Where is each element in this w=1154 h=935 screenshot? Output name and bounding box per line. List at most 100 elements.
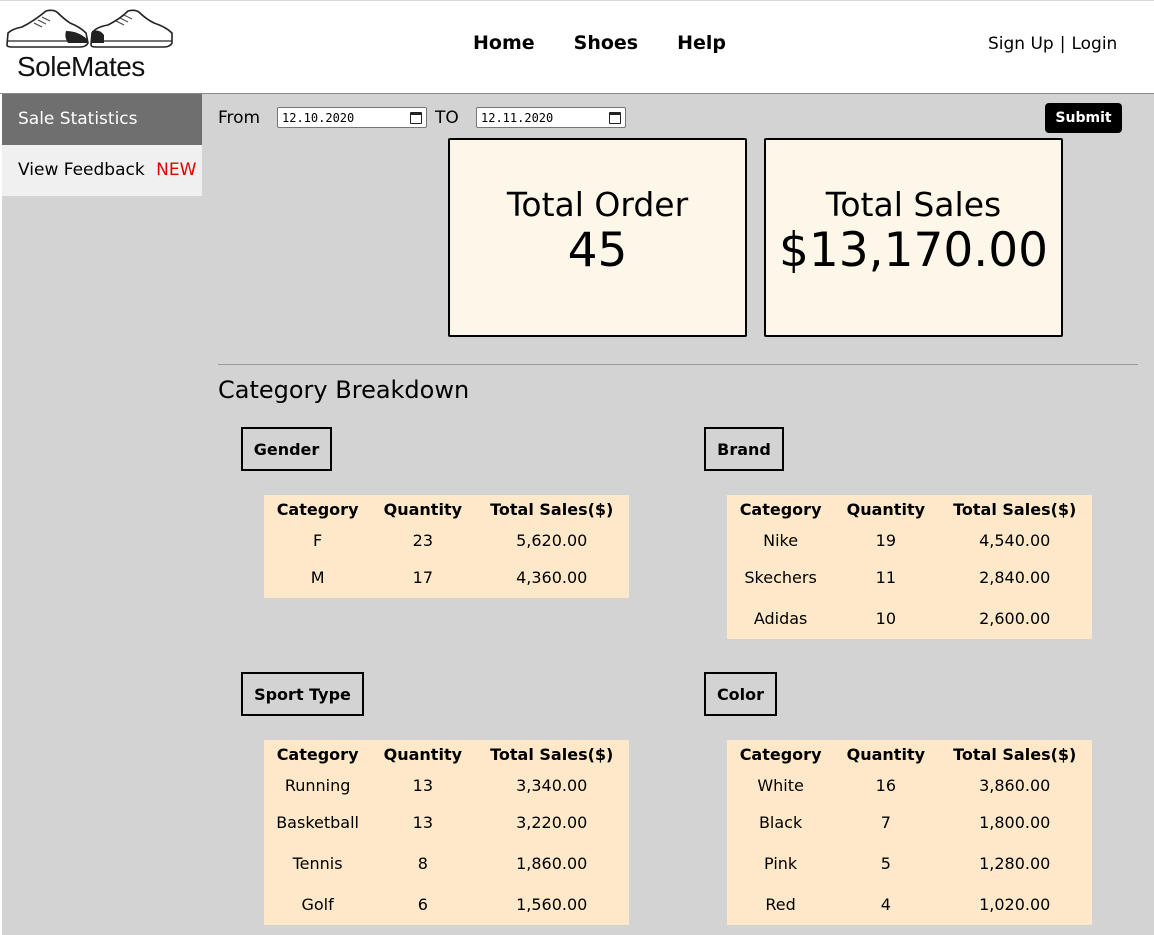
table-cell: 3,340.00	[516, 775, 588, 795]
from-label: From	[218, 108, 261, 128]
table-row: Running 13 3,340.00	[264, 768, 629, 802]
table-cell: 4,540.00	[979, 530, 1051, 550]
table-header-row: Category Quantity Total Sales($)	[727, 740, 1092, 768]
table-cell: 2,840.00	[979, 568, 1051, 587]
table-cell: 3,220.00	[516, 813, 588, 832]
table-cell: 3,860.00	[979, 775, 1051, 795]
table-cell: 4,360.00	[516, 568, 588, 587]
table-cell: 17	[412, 568, 433, 587]
column-header: Total Sales($)	[953, 744, 1077, 764]
table-cell: 23	[412, 530, 433, 550]
column-header: Total Sales($)	[490, 499, 614, 519]
site-header: SoleMates Home Shoes Help Sign Up | Logi…	[0, 1, 1154, 94]
table-row: Basketball 13 3,220.00	[264, 802, 629, 843]
logo[interactable]: SoleMates	[4, 5, 174, 85]
column-header: Category	[276, 744, 359, 764]
to-label: TO	[435, 108, 459, 128]
table-cell: Tennis	[292, 854, 343, 873]
section-title: Category Breakdown	[218, 376, 470, 404]
sidebar: Sale Statistics View Feedback NEW	[2, 94, 202, 935]
nav-shoes[interactable]: Shoes	[574, 32, 638, 54]
calendar-icon[interactable]	[609, 111, 621, 124]
divider	[218, 364, 1138, 365]
sport-type-table: Category Quantity Total Sales($) Running…	[264, 740, 629, 925]
table-cell: 5,620.00	[516, 530, 588, 550]
table-cell: 5	[880, 854, 891, 873]
table-cell: 7	[880, 813, 891, 832]
sport-type-label: Sport Type	[241, 672, 364, 716]
table-cell: 6	[417, 895, 428, 914]
to-date-input[interactable]: 12.11.2020	[476, 107, 626, 128]
sidebar-item-label: View Feedback	[18, 160, 145, 180]
total-order-title: Total Order	[506, 185, 689, 224]
from-date-input[interactable]: 12.10.2020	[277, 107, 427, 128]
table-cell: 1,800.00	[979, 813, 1051, 832]
total-sales-title: Total Sales	[825, 185, 1002, 224]
table-cell: 13	[412, 813, 433, 832]
column-header: Quantity	[383, 499, 463, 519]
table-cell: 2,600.00	[979, 609, 1051, 628]
table-cell: 11	[875, 568, 896, 587]
table-row: White 16 3,860.00	[727, 768, 1092, 802]
new-badge: NEW	[156, 160, 197, 180]
auth-links: Sign Up | Login	[988, 34, 1117, 54]
table-cell: Black	[758, 813, 803, 832]
column-header: Category	[739, 499, 822, 519]
table-cell: Golf	[301, 895, 334, 914]
table-cell: M	[310, 568, 325, 587]
total-order-value: 45	[567, 223, 628, 278]
table-cell: Running	[284, 775, 351, 795]
column-header: Category	[739, 744, 822, 764]
column-header: Quantity	[383, 744, 463, 764]
table-row: Pink 5 1,280.00	[727, 843, 1092, 884]
table-header-row: Category Quantity Total Sales($)	[727, 495, 1092, 523]
column-header: Total Sales($)	[953, 499, 1077, 519]
auth-separator: |	[1059, 34, 1066, 54]
table-row: F 23 5,620.00	[264, 523, 629, 557]
sidebar-item-label: Sale Statistics	[18, 109, 138, 129]
from-date-value: 12.10.2020	[282, 110, 355, 125]
total-sales-value: $13,170.00	[778, 223, 1049, 278]
total-order-card: Total Order 45	[448, 138, 747, 337]
table-row: Adidas 10 2,600.00	[727, 598, 1092, 639]
table-cell: Nike	[763, 530, 799, 550]
column-header: Quantity	[846, 744, 926, 764]
gender-table: Category Quantity Total Sales($) F 23 5,…	[264, 495, 629, 598]
brand-label: Brand	[704, 427, 784, 471]
table-header-row: Category Quantity Total Sales($)	[264, 740, 629, 768]
signup-link[interactable]: Sign Up	[988, 34, 1054, 54]
color-table: Category Quantity Total Sales($) White 1…	[727, 740, 1092, 925]
login-link[interactable]: Login	[1071, 34, 1117, 54]
table-cell: 1,860.00	[516, 854, 588, 873]
table-row: Tennis 8 1,860.00	[264, 843, 629, 884]
calendar-icon[interactable]	[410, 111, 422, 124]
table-row: M 17 4,360.00	[264, 557, 629, 598]
gender-label: Gender	[241, 427, 332, 471]
table-row: Black 7 1,800.00	[727, 802, 1092, 843]
column-header: Category	[276, 499, 359, 519]
table-cell: 19	[875, 530, 896, 550]
table-cell: Pink	[764, 854, 798, 873]
main-nav: Home Shoes Help	[473, 32, 765, 54]
submit-button[interactable]: Submit	[1045, 103, 1122, 133]
sidebar-item-view-feedback[interactable]: View Feedback NEW	[2, 145, 202, 196]
logo-text: SoleMates	[17, 51, 145, 82]
nav-help[interactable]: Help	[677, 32, 726, 54]
nav-home[interactable]: Home	[473, 32, 535, 54]
color-label: Color	[704, 672, 777, 716]
sneakers-icon	[6, 9, 173, 48]
table-cell: 1,280.00	[979, 854, 1051, 873]
table-cell: 8	[417, 854, 428, 873]
table-cell: 16	[875, 775, 896, 795]
table-row: Nike 19 4,540.00	[727, 523, 1092, 557]
table-row: Golf 6 1,560.00	[264, 884, 629, 925]
column-header: Quantity	[846, 499, 926, 519]
table-cell: 4	[880, 895, 891, 914]
table-cell: 1,020.00	[979, 895, 1051, 914]
brand-table: Category Quantity Total Sales($) Nike 19…	[727, 495, 1092, 639]
table-header-row: Category Quantity Total Sales($)	[264, 495, 629, 523]
table-cell: 10	[875, 609, 896, 628]
main-content: From 12.10.2020 TO 12.11.2020 Submit Tot…	[202, 94, 1154, 935]
table-cell: Skechers	[744, 568, 817, 587]
sidebar-item-sale-statistics[interactable]: Sale Statistics	[2, 94, 202, 145]
